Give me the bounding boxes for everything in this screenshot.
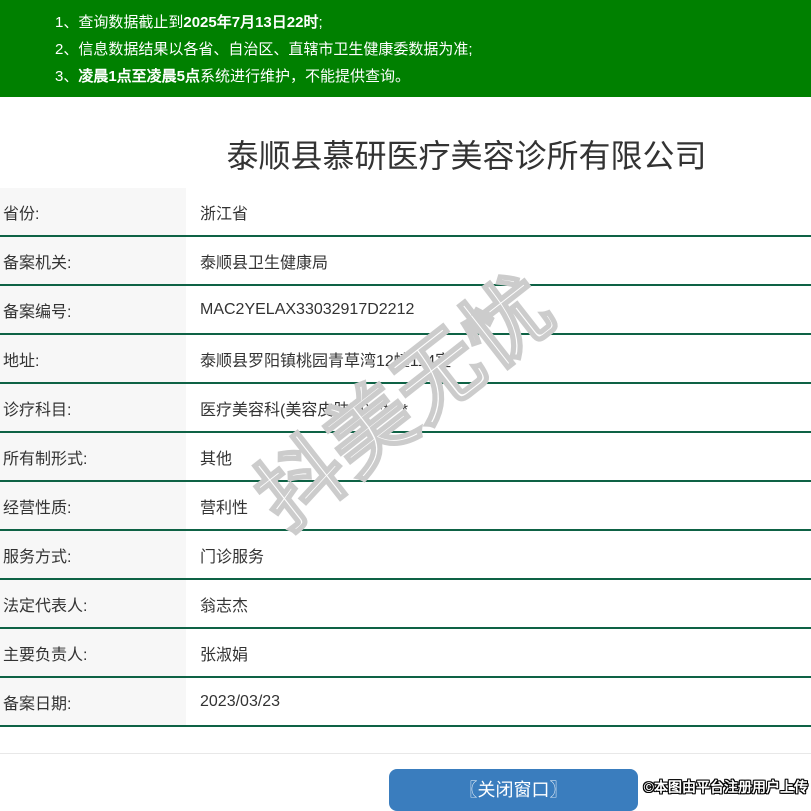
table-row-record-date: 备案日期: 2023/03/23 bbox=[0, 678, 811, 727]
notice-line-2: 2、信息数据结果以各省、自治区、直辖市卫生健康委数据为准; bbox=[55, 36, 801, 63]
notice-number: 1、 bbox=[55, 14, 79, 31]
field-label: 法定代表人: bbox=[0, 580, 186, 627]
field-value: 泰顺县罗阳镇桃园青草湾12幢114室 bbox=[200, 352, 452, 370]
table-row-service-mode: 服务方式: 门诊服务 bbox=[0, 531, 811, 580]
field-value: 医疗美容科(美容皮肤科)****** bbox=[200, 401, 409, 419]
table-row-province: 省份: 浙江省 bbox=[0, 188, 811, 237]
table-row-ownership-form: 所有制形式: 其他 bbox=[0, 433, 811, 482]
notice-text: 查询数据截止到 bbox=[78, 14, 184, 31]
notice-line-3: 3、凌晨1点至凌晨5点系统进行维护，不能提供查询。 bbox=[55, 63, 801, 90]
field-label: 备案编号: bbox=[0, 286, 186, 333]
field-value: 门诊服务 bbox=[200, 548, 265, 566]
field-value: 浙江省 bbox=[200, 205, 249, 223]
field-value: 2023/03/23 bbox=[200, 692, 281, 710]
notice-number: 3、 bbox=[55, 68, 79, 85]
table-row-record-authority: 备案机关: 泰顺县卫生健康局 bbox=[0, 237, 811, 286]
field-value: 营利性 bbox=[200, 499, 249, 517]
field-value: 翁志杰 bbox=[200, 597, 249, 615]
close-window-button[interactable]: 〖关闭窗口〗 bbox=[389, 769, 638, 811]
record-table: 省份: 浙江省 备案机关: 泰顺县卫生健康局 备案编号: MAC2YELAX33… bbox=[0, 188, 811, 727]
field-label: 所有制形式: bbox=[0, 433, 186, 480]
copyright-notice: ©本图由平台注册用户上传 bbox=[643, 779, 808, 795]
field-label: 地址: bbox=[0, 335, 186, 382]
field-value: 泰顺县卫生健康局 bbox=[200, 254, 329, 272]
notice-text: 系统进行维护，不能提供查询。 bbox=[200, 68, 411, 85]
table-row-record-number: 备案编号: MAC2YELAX33032917D2212 bbox=[0, 286, 811, 335]
field-label: 备案日期: bbox=[0, 678, 186, 725]
field-label: 主要负责人: bbox=[0, 629, 186, 676]
notice-bold-text: 2025年7月13日22时 bbox=[183, 14, 319, 31]
table-row-legal-representative: 法定代表人: 翁志杰 bbox=[0, 580, 811, 629]
footer-divider bbox=[0, 753, 811, 754]
field-label: 经营性质: bbox=[0, 482, 186, 529]
notice-line-1: 1、查询数据截止到2025年7月13日22时; bbox=[55, 9, 801, 36]
field-label: 备案机关: bbox=[0, 237, 186, 284]
table-row-main-person-in-charge: 主要负责人: 张淑娟 bbox=[0, 629, 811, 678]
notice-bar: 1、查询数据截止到2025年7月13日22时; 2、信息数据结果以各省、自治区、… bbox=[0, 0, 811, 97]
field-label: 诊疗科目: bbox=[0, 384, 186, 431]
field-label: 省份: bbox=[0, 188, 186, 235]
field-value: 其他 bbox=[200, 450, 233, 468]
notice-number: 2、 bbox=[55, 41, 79, 58]
notice-text: ; bbox=[318, 14, 323, 31]
page-title: 泰顺县慕研医疗美容诊所有限公司 bbox=[226, 138, 707, 174]
field-value: MAC2YELAX33032917D2212 bbox=[200, 300, 415, 318]
table-row-address: 地址: 泰顺县罗阳镇桃园青草湾12幢114室 bbox=[0, 335, 811, 384]
table-row-business-nature: 经营性质: 营利性 bbox=[0, 482, 811, 531]
field-value: 张淑娟 bbox=[200, 646, 249, 664]
notice-bold-text: 凌晨1点至凌晨5点 bbox=[78, 68, 201, 85]
table-row-medical-subjects: 诊疗科目: 医疗美容科(美容皮肤科)****** bbox=[0, 384, 811, 433]
field-label: 服务方式: bbox=[0, 531, 186, 578]
notice-text: 信息数据结果以各省、自治区、直辖市卫生健康委数据为准; bbox=[78, 41, 473, 58]
